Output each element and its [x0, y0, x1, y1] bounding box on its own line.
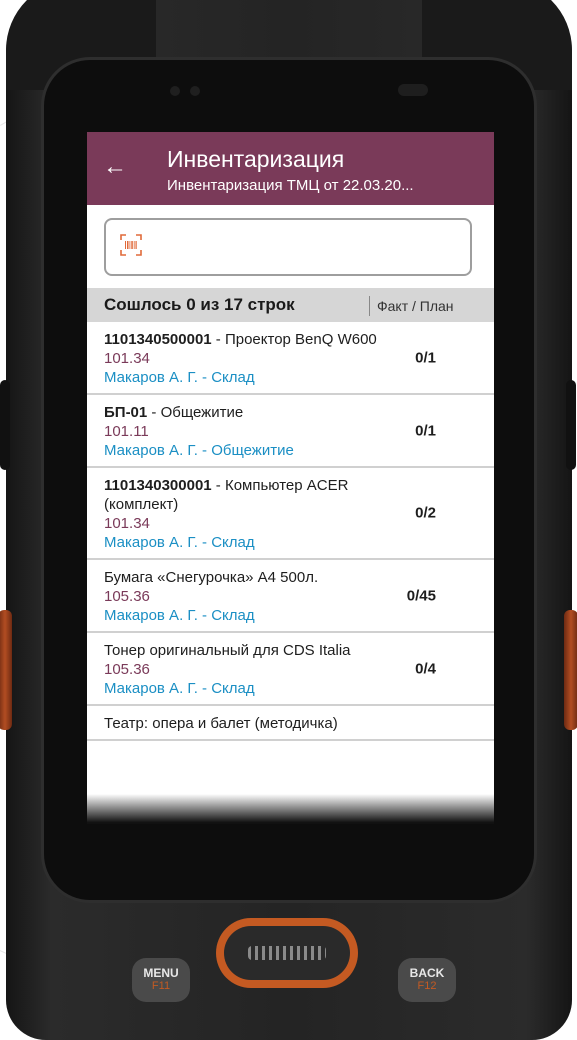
- screen-edge: [87, 794, 494, 824]
- light-sensor: [190, 86, 200, 96]
- menu-key-label: MENU: [143, 966, 179, 980]
- list-item[interactable]: Тонер оригинальный для CDS Italia 105.36…: [87, 633, 494, 706]
- item-location: Макаров А. Г. - Склад: [104, 369, 255, 386]
- back-key-label: BACK: [409, 966, 445, 980]
- item-title: БП-01 - Общежитие: [104, 403, 404, 422]
- item-code: БП-01: [104, 404, 148, 421]
- item-fact-plan: 0/2: [415, 504, 436, 522]
- item-account: 101.34: [104, 350, 150, 367]
- list-item[interactable]: Бумага «Снегурочка» А4 500л. 105.36 Мака…: [87, 560, 494, 633]
- item-name: - Общежитие: [147, 404, 244, 421]
- item-account: 101.34: [104, 515, 150, 532]
- side-power-button[interactable]: [566, 380, 576, 470]
- inventory-list: 1101340500001 - Проектор BenQ W600 101.3…: [87, 322, 494, 741]
- item-name: Театр: опера и балет (методичка): [104, 715, 338, 732]
- match-summary: Сошлось 0 из 17 строк: [104, 295, 295, 314]
- item-account: 105.36: [104, 588, 150, 605]
- side-scan-button-left[interactable]: [0, 610, 12, 730]
- column-divider: [369, 296, 370, 316]
- item-fact-plan: 0/1: [415, 422, 436, 439]
- menu-key[interactable]: MENU F11: [132, 958, 190, 1002]
- item-title: 1101340300001 - Компьютер ACER (комплект…: [104, 476, 404, 514]
- summary-bar: Сошлось 0 из 17 строк Факт / План: [87, 288, 494, 322]
- list-item[interactable]: Театр: опера и балет (методичка): [87, 706, 494, 741]
- list-item[interactable]: БП-01 - Общежитие 101.11 Макаров А. Г. -…: [87, 395, 494, 468]
- barcode-search-field[interactable]: [104, 218, 472, 276]
- item-account: 101.11: [104, 423, 149, 440]
- page-title: Инвентаризация: [167, 146, 345, 172]
- menu-key-fn: F11: [151, 980, 171, 992]
- item-location: Макаров А. Г. - Склад: [104, 607, 255, 624]
- item-fact-plan: 0/45: [406, 587, 436, 604]
- barcode-scan-icon[interactable]: [120, 234, 142, 256]
- list-item[interactable]: 1101340300001 - Компьютер ACER (комплект…: [87, 468, 494, 560]
- center-scan-key[interactable]: [216, 918, 358, 988]
- grip-texture: [248, 946, 326, 960]
- side-volume-button[interactable]: [0, 380, 10, 470]
- item-title: 1101340500001 - Проектор BenQ W600: [104, 330, 404, 349]
- barcode-input[interactable]: [156, 230, 460, 264]
- item-code: 1101340500001: [104, 331, 212, 348]
- back-key-fn: F12: [417, 980, 437, 992]
- item-location: Макаров А. Г. - Склад: [104, 680, 255, 697]
- item-name: - Проектор BenQ W600: [211, 331, 377, 348]
- page-subtitle: Инвентаризация ТМЦ от 22.03.20...: [167, 177, 414, 194]
- fact-plan-header: Факт / План: [377, 298, 454, 314]
- item-account: 105.36: [104, 661, 150, 678]
- app-screen: ← Инвентаризация Инвентаризация ТМЦ от 2…: [87, 132, 494, 824]
- app-bar: ← Инвентаризация Инвентаризация ТМЦ от 2…: [87, 132, 494, 205]
- center-key-face: [224, 926, 350, 980]
- arrow-left-icon[interactable]: ←: [103, 154, 127, 180]
- item-fact-plan: 0/1: [415, 349, 436, 366]
- earpiece-speaker: [398, 84, 428, 96]
- item-code: 1101340300001: [104, 477, 212, 494]
- front-camera: [170, 86, 180, 96]
- list-item[interactable]: 1101340500001 - Проектор BenQ W600 101.3…: [87, 322, 494, 395]
- item-fact-plan: 0/4: [415, 660, 436, 677]
- back-key[interactable]: BACK F12: [398, 958, 456, 1002]
- item-location: Макаров А. Г. - Склад: [104, 534, 255, 551]
- item-name: Бумага «Снегурочка» А4 500л.: [104, 569, 319, 586]
- item-name: Тонер оригинальный для CDS Italia: [104, 642, 351, 659]
- side-scan-button-right[interactable]: [564, 610, 577, 730]
- item-location: Макаров А. Г. - Общежитие: [104, 442, 294, 459]
